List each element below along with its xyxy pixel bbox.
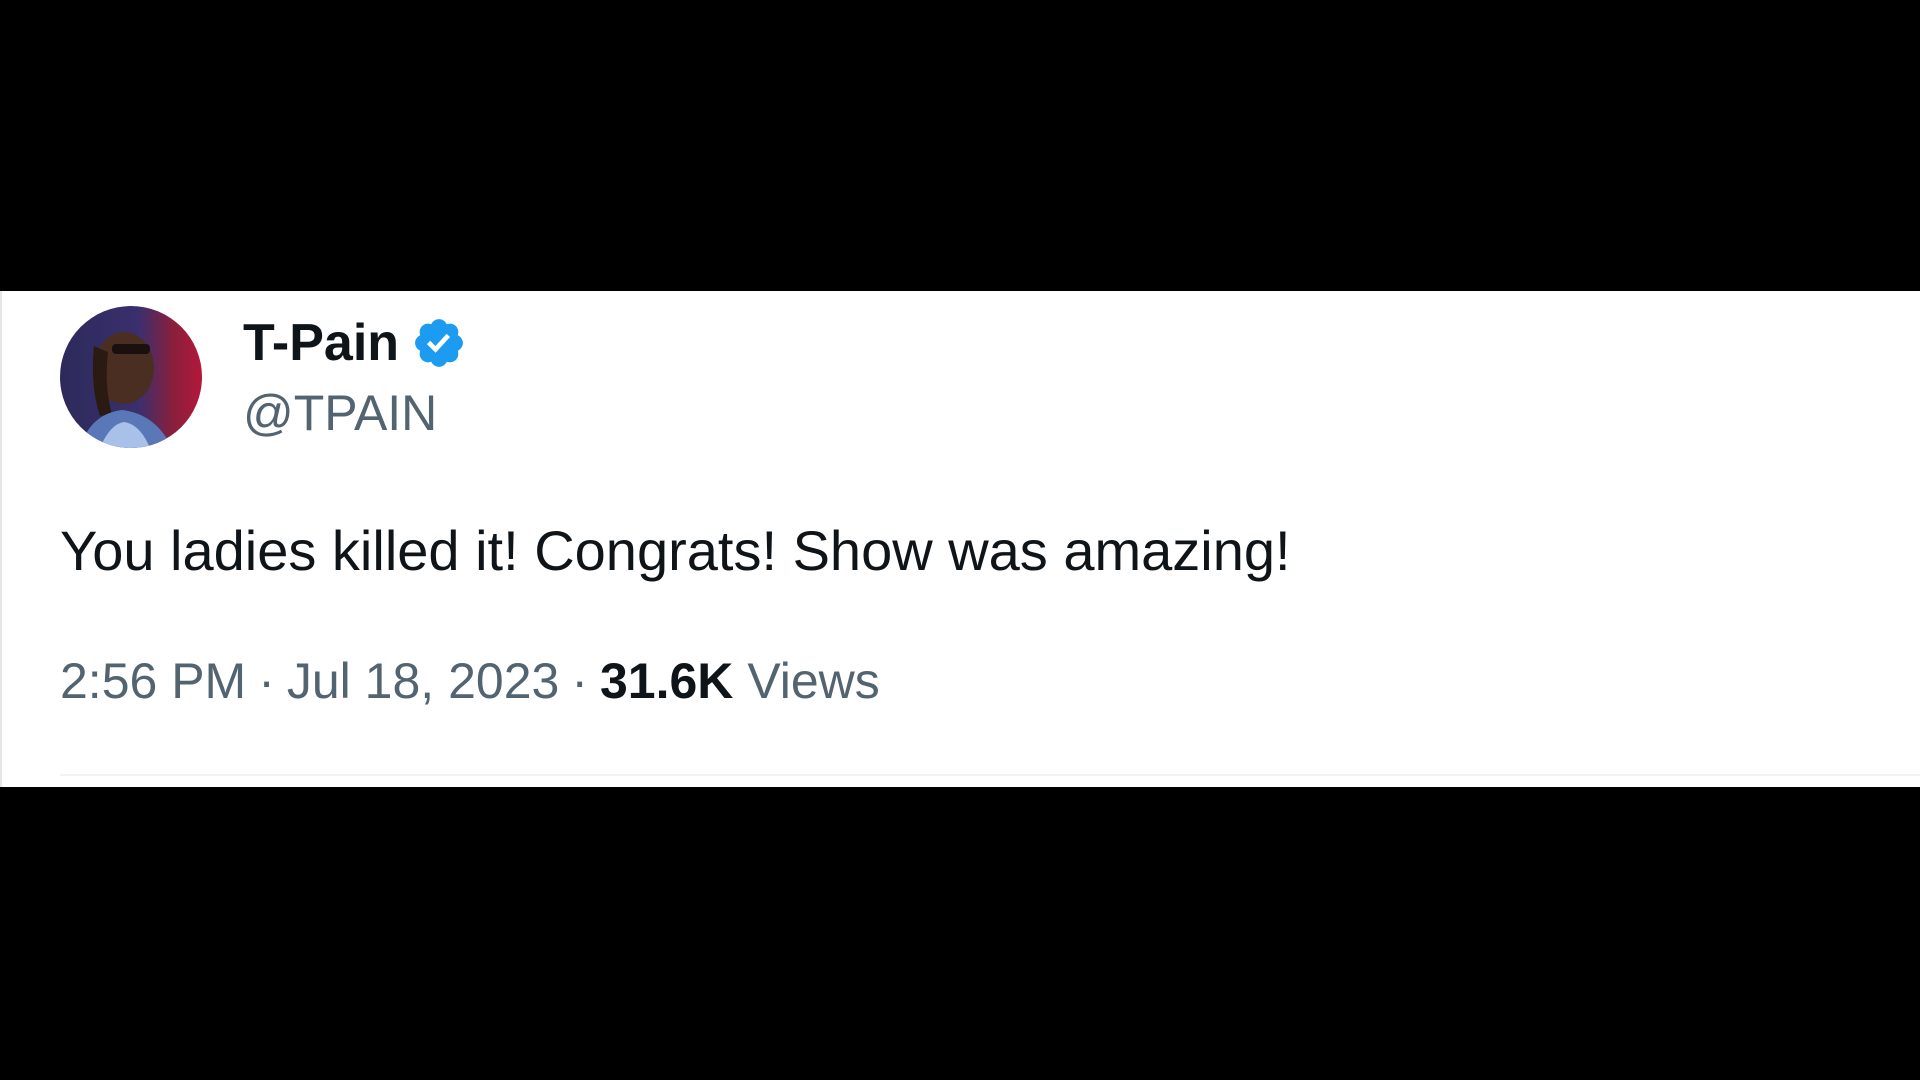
meta-separator: · (258, 653, 275, 709)
author-name[interactable]: T-Pain (243, 313, 467, 373)
tweet-text: You ladies killed it! Congrats! Show was… (60, 519, 1291, 582)
meta-separator: · (571, 653, 588, 709)
tweet-card: T-Pain @TPAIN You ladies killed it! Cong… (0, 291, 1920, 787)
avatar[interactable] (60, 306, 202, 448)
tweet-time[interactable]: 2:56 PM (60, 653, 246, 709)
verified-badge-icon[interactable] (411, 315, 467, 371)
author-display-name: T-Pain (243, 314, 400, 372)
author-handle[interactable]: @TPAIN (243, 383, 437, 443)
tweet-metadata: 2:56 PM · Jul 18, 2023 · 31.6K Views (60, 651, 880, 711)
views-label: Views (747, 653, 880, 709)
tweet-date[interactable]: Jul 18, 2023 (287, 653, 559, 709)
views-count: 31.6K (599, 653, 734, 709)
avatar-image (60, 306, 202, 448)
divider (60, 774, 1920, 776)
